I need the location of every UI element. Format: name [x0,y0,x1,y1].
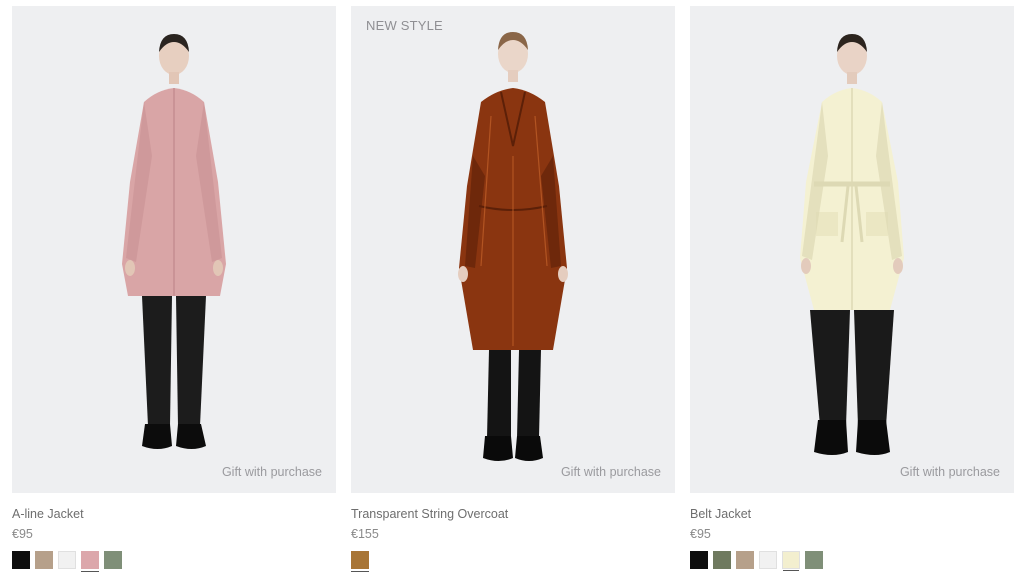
product-grid: Gift with purchase A-line Jacket €95 NEW… [0,0,1024,581]
color-swatch-white[interactable] [759,551,777,569]
product-price: €95 [12,527,33,541]
product-image[interactable]: Gift with purchase [690,6,1014,493]
color-swatch-taupe[interactable] [736,551,754,569]
product-name[interactable]: Belt Jacket [690,507,1014,523]
color-swatch-cream[interactable] [782,551,800,571]
product-card[interactable]: Gift with purchase A-line Jacket €95 [12,6,336,572]
color-swatch-amber[interactable] [351,551,369,572]
product-price: €155 [351,527,379,541]
color-swatches [12,551,336,572]
gift-with-purchase-label: Gift with purchase [560,465,661,479]
product-image[interactable]: NEW STYLE Gift with purchase [351,6,675,493]
product-image[interactable]: Gift with purchase [12,6,336,493]
product-card[interactable]: Gift with purchase Belt Jacket €95 [690,6,1014,571]
color-swatches [351,551,675,572]
gift-with-purchase-label: Gift with purchase [899,465,1000,479]
product-name[interactable]: Transparent String Overcoat [351,507,675,523]
product-card[interactable]: NEW STYLE Gift with purchase Transparent… [351,6,675,572]
model-figure [458,32,568,461]
model-figure [800,34,904,455]
color-swatch-olive[interactable] [713,551,731,569]
color-swatch-pink[interactable] [81,551,99,572]
color-swatches [690,551,1014,571]
model-figure [122,34,226,449]
color-swatch-taupe[interactable] [35,551,53,569]
product-name[interactable]: A-line Jacket [12,507,336,523]
color-swatch-black[interactable] [690,551,708,569]
color-swatch-green[interactable] [805,551,823,569]
color-swatch-black[interactable] [12,551,30,569]
color-swatch-white[interactable] [58,551,76,569]
color-swatch-green[interactable] [104,551,122,569]
gift-with-purchase-label: Gift with purchase [221,465,322,479]
new-style-badge: NEW STYLE [366,18,443,33]
product-price: €95 [690,527,711,541]
